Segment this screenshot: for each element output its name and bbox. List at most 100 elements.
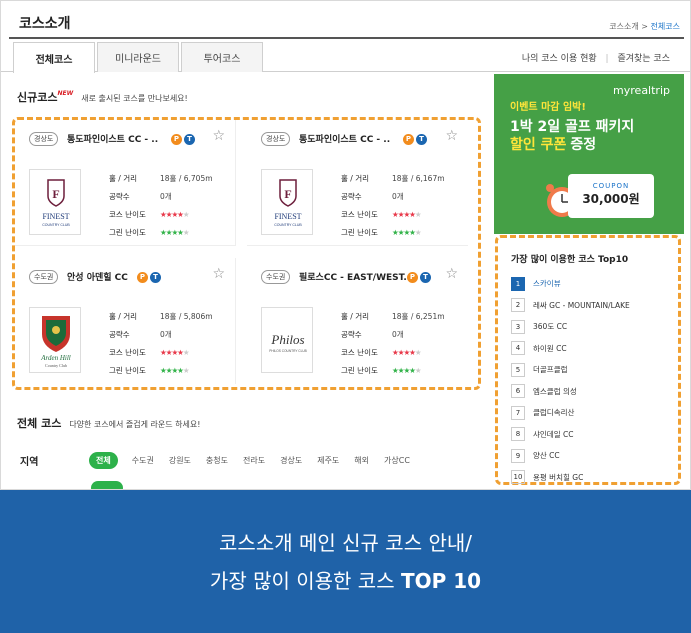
top10-item[interactable]: 3 360도 CC bbox=[511, 316, 630, 338]
rank-number: 1 bbox=[511, 276, 525, 291]
top10-list: 1 스카이뷰 2 레싸 GC - MOUNTAIN/LAKE 3 360도 CC 4하… bbox=[511, 273, 630, 488]
course-info: 홀 / 거리 18홀 / 6,251m 공략수 0개 코스 난이도 ★★★★★ 그린 … bbox=[341, 307, 445, 379]
favorite-star-icon[interactable]: ☆ bbox=[445, 266, 458, 282]
hole-distance: 18홀 / 6,705m bbox=[160, 173, 213, 183]
logo-subtext: COUNTRY CLUB bbox=[274, 223, 302, 227]
top10-item[interactable]: 6 엠스클럽 의성 bbox=[511, 381, 630, 403]
rank-number: 10 bbox=[511, 470, 525, 485]
course-difficulty-rating: ★★★★★ bbox=[160, 347, 190, 357]
course-logo: F FINEST COUNTRY CLUB bbox=[261, 169, 313, 235]
course-name[interactable]: 스카이뷰 bbox=[533, 278, 561, 289]
favorite-star-icon[interactable]: ☆ bbox=[212, 128, 225, 144]
page-header: 코스소개 코스소개 > 전체코스 bbox=[9, 7, 684, 39]
course-tags: PT bbox=[407, 272, 431, 283]
course-card[interactable]: 경상도 통도파인이스트 CC - .. PT ☆ F FINEST COUNTRY … bbox=[15, 120, 236, 246]
course-name[interactable]: 안성 아덴힐 CC bbox=[67, 270, 128, 283]
region-badge: 경상도 bbox=[29, 132, 59, 146]
region-chip-jeolla[interactable]: 전라도 bbox=[243, 455, 265, 466]
logo-subtext: COUNTRY CLUB bbox=[42, 223, 70, 227]
attack-count: 0개 bbox=[160, 329, 172, 339]
rank-number: 4 bbox=[511, 341, 525, 356]
favorite-star-icon[interactable]: ☆ bbox=[445, 128, 458, 144]
course-name[interactable]: 레싸 GC - MOUNTAIN/LAKE bbox=[533, 300, 630, 311]
top10-item[interactable]: 8 샤인데일 CC bbox=[511, 424, 630, 446]
green-difficulty-rating: ★★★★★ bbox=[160, 365, 190, 375]
coupon-card: COUPON 30,000원 bbox=[568, 174, 654, 218]
tab-all-courses[interactable]: 전체코스 bbox=[13, 42, 95, 73]
region-chip-gangwon[interactable]: 강원도 bbox=[169, 455, 191, 466]
course-name[interactable]: 클럽디속리산 bbox=[533, 407, 574, 418]
region-filter: 지역 전체 수도권 강원도 충청도 전라도 경상도 제주도 해외 가상CC bbox=[13, 445, 483, 475]
green-difficulty-rating: ★★★★★ bbox=[392, 227, 422, 237]
course-difficulty-rating: ★★★★★ bbox=[392, 209, 422, 219]
course-card[interactable]: 수도권 안성 아덴힐 CC PT ☆ Arden Hill Country Clu… bbox=[15, 258, 236, 384]
top10-item[interactable]: 4 하이원 CC bbox=[511, 338, 630, 360]
tour-tag-icon: T bbox=[150, 272, 161, 283]
top10-item[interactable]: 9 양산 CC bbox=[511, 445, 630, 467]
svg-text:F: F bbox=[52, 187, 59, 201]
next-row-chip[interactable] bbox=[91, 481, 123, 489]
region-badge: 경상도 bbox=[261, 132, 291, 146]
region-chip-virtual[interactable]: 가상CC bbox=[384, 455, 410, 466]
attack-label: 공략수 bbox=[341, 191, 362, 201]
rank-number: 7 bbox=[511, 405, 525, 420]
course-name[interactable]: 360도 CC bbox=[533, 321, 567, 332]
link-separator: | bbox=[605, 54, 609, 64]
region-chip-capital[interactable]: 수도권 bbox=[132, 455, 154, 466]
new-courses-title: 신규코스 bbox=[17, 91, 58, 104]
logo-subtext: PHILOS COUNTRY CLUB bbox=[269, 349, 307, 353]
caption-line-2-text: 가장 많이 이용한 코스 bbox=[209, 569, 395, 593]
breadcrumb-parent[interactable]: 코스소개 bbox=[609, 22, 638, 31]
favorite-star-icon[interactable]: ☆ bbox=[212, 266, 225, 282]
course-name[interactable]: 통도파인이스트 CC - .. bbox=[67, 132, 158, 145]
course-logo: Philos PHILOS COUNTRY CLUB bbox=[261, 307, 313, 373]
logo-text: FINEST bbox=[42, 212, 69, 221]
new-courses-description: 새로 출시된 코스를 만나보세요! bbox=[81, 94, 188, 103]
course-name[interactable]: 통도파인이스트 CC - .. bbox=[299, 132, 390, 145]
top10-item[interactable]: 7 클럽디속리산 bbox=[511, 402, 630, 424]
all-courses-title: 전체 코스 bbox=[17, 417, 62, 430]
top10-panel: 가장 많이 이용한 코스 Top10 1 스카이뷰 2 레싸 GC - MOUNTA… bbox=[495, 235, 681, 485]
tab-tour-course[interactable]: 투어코스 bbox=[181, 42, 263, 72]
course-name[interactable]: 더골프클럽 bbox=[533, 364, 568, 375]
promo-line-3: 할인 쿠폰 증정 bbox=[510, 134, 596, 154]
course-card[interactable]: 경상도 통도파인이스트 CC - .. PT ☆ F FINEST COUNTRY … bbox=[247, 120, 468, 246]
rank-number: 5 bbox=[511, 362, 525, 377]
course-name[interactable]: 용평 버치힐 GC bbox=[533, 472, 583, 483]
rank-number: 2 bbox=[511, 298, 525, 313]
region-chip-overseas[interactable]: 해외 bbox=[354, 455, 369, 466]
green-label: 그린 난이도 bbox=[341, 365, 378, 375]
course-info: 홀 / 거리 18홀 / 6,705m 공략수 0개 코스 난이도 ★★★★★ 그린 … bbox=[109, 169, 213, 241]
svg-text:F: F bbox=[284, 187, 291, 201]
green-label: 그린 난이도 bbox=[109, 227, 146, 237]
hole-label: 홀 / 거리 bbox=[109, 311, 137, 321]
course-card[interactable]: 수도권 필로스CC - EAST/WEST.. PT ☆ Philos PHILO… bbox=[247, 258, 468, 384]
region-chip-gyeongsang[interactable]: 경상도 bbox=[280, 455, 302, 466]
rank-number: 6 bbox=[511, 384, 525, 399]
top10-item[interactable]: 1 스카이뷰 bbox=[511, 273, 630, 295]
green-difficulty-rating: ★★★★★ bbox=[392, 365, 422, 375]
top10-item[interactable]: 10 용평 버치힐 GC bbox=[511, 467, 630, 489]
top10-item[interactable]: 2 레싸 GC - MOUNTAIN/LAKE bbox=[511, 295, 630, 317]
new-badge: NEW bbox=[57, 90, 74, 97]
event-tag-icon: P bbox=[171, 134, 182, 145]
hole-distance: 18홀 / 5,806m bbox=[160, 311, 213, 321]
promo-banner[interactable]: myrealtrip 이벤트 마감 임박! 1박 2일 골프 패키지 할인 쿠폰… bbox=[494, 74, 684, 234]
attack-label: 공략수 bbox=[341, 329, 362, 339]
tab-mini-round[interactable]: 미니라운드 bbox=[97, 42, 179, 72]
breadcrumb-current: 전체코스 bbox=[650, 22, 680, 31]
course-name[interactable]: 양산 CC bbox=[533, 450, 560, 461]
course-name[interactable]: 엠스클럽 의성 bbox=[533, 386, 577, 397]
course-name[interactable]: 필로스CC - EAST/WEST.. bbox=[299, 270, 410, 283]
course-name[interactable]: 하이원 CC bbox=[533, 343, 567, 354]
course-name[interactable]: 샤인데일 CC bbox=[533, 429, 573, 440]
favorite-courses-link[interactable]: 즐겨찾는 코스 bbox=[617, 54, 670, 64]
breadcrumb-separator: > bbox=[641, 22, 648, 31]
my-course-history-link[interactable]: 나의 코스 이용 현황 bbox=[522, 54, 597, 64]
difficulty-label: 코스 난이도 bbox=[109, 347, 146, 357]
region-chip-all[interactable]: 전체 bbox=[89, 451, 118, 469]
region-chip-jeju[interactable]: 제주도 bbox=[317, 455, 339, 466]
top10-item[interactable]: 5 더골프클럽 bbox=[511, 359, 630, 381]
region-chip-chungcheong[interactable]: 충청도 bbox=[206, 455, 228, 466]
hole-label: 홀 / 거리 bbox=[341, 311, 369, 321]
